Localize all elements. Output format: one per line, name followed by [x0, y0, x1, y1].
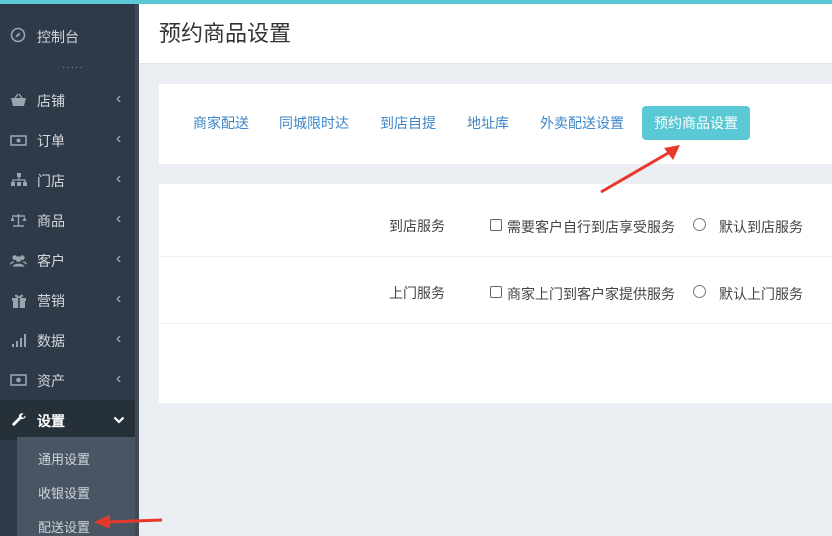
sidebar-item-settings[interactable]: 设置 [0, 400, 135, 440]
chevron-left-icon: ‹ [116, 170, 122, 187]
tab-merchant-delivery[interactable]: 商家配送 [181, 106, 261, 140]
chevron-left-icon: ‹ [116, 290, 122, 307]
reservation-settings-form: 到店服务 需要客户自行到店享受服务 默认到店服务 上门服务 商家上门到客户家提供… [159, 184, 832, 403]
chevron-left-icon: ‹ [116, 370, 122, 387]
compass-icon [10, 27, 26, 43]
cash-icon [10, 372, 27, 388]
page-header: 预约商品设置 [139, 4, 832, 64]
page-title: 预约商品设置 [159, 21, 292, 46]
sidebar-item-label: 客户 [37, 253, 65, 269]
submenu-item-delivery[interactable]: 配送设置 [38, 517, 90, 536]
sitemap-icon [10, 172, 27, 188]
tab-same-city[interactable]: 同城限时达 [267, 106, 361, 140]
tab-takeout-delivery[interactable]: 外卖配送设置 [528, 106, 636, 140]
sidebar-item-label: 资产 [37, 373, 65, 389]
sidebar-item-orders[interactable]: 订单 ‹ [0, 120, 135, 160]
chevron-left-icon: ‹ [116, 130, 122, 147]
tab-address-book[interactable]: 地址库 [455, 106, 521, 140]
sidebar-scrollbar[interactable] [135, 4, 139, 536]
signal-icon [10, 332, 27, 348]
chevron-down-icon [113, 413, 125, 429]
row-divider [159, 256, 832, 257]
chevron-left-icon: ‹ [116, 90, 122, 107]
sidebar-item-marketing[interactable]: 营销 ‹ [0, 280, 135, 320]
tab-reservation-products[interactable]: 预约商品设置 [642, 106, 750, 140]
sidebar-item-label: 营销 [37, 293, 65, 309]
in-store-service-checkbox[interactable] [490, 219, 502, 231]
sidebar-item-label: 控制台 [37, 29, 79, 45]
home-service-label: 上门服务 [389, 285, 445, 301]
chevron-left-icon: ‹ [116, 330, 122, 347]
default-in-store-radio[interactable] [693, 218, 706, 231]
sidebar-item-products[interactable]: 商品 ‹ [0, 200, 135, 240]
tab-store-pickup[interactable]: 到店自提 [368, 106, 448, 140]
sidebar-item-label: 商品 [37, 213, 65, 229]
chevron-left-icon: ‹ [116, 250, 122, 267]
sidebar-item-label: 店铺 [37, 93, 65, 109]
home-service-checkbox-label: 商家上门到客户家提供服务 [507, 286, 675, 302]
chevron-left-icon: ‹ [116, 210, 122, 227]
sidebar-item-label: 设置 [37, 413, 65, 429]
in-store-service-label: 到店服务 [389, 218, 445, 234]
tabs-card: 商家配送 同城限时达 到店自提 地址库 外卖配送设置 预约商品设置 [159, 84, 832, 164]
default-home-radio-label: 默认上门服务 [719, 286, 803, 302]
submenu-item-cashier[interactable]: 收银设置 [38, 483, 90, 502]
wrench-icon [10, 412, 27, 428]
sidebar-item-dashboard[interactable]: 控制台 [0, 18, 135, 52]
sidebar-item-shop[interactable]: 店铺 ‹ [0, 80, 135, 120]
sidebar-divider-dots: ····· [62, 62, 84, 73]
sidebar-item-label: 订单 [37, 133, 65, 149]
users-icon [10, 252, 27, 268]
default-in-store-radio-label: 默认到店服务 [719, 219, 803, 235]
sidebar-item-stores[interactable]: 门店 ‹ [0, 160, 135, 200]
home-service-checkbox[interactable] [490, 286, 502, 298]
row-divider [159, 323, 832, 324]
scale-icon [10, 212, 27, 228]
submenu-item-general[interactable]: 通用设置 [38, 449, 90, 468]
money-icon [10, 132, 27, 148]
default-home-radio[interactable] [693, 285, 706, 298]
sidebar-item-data[interactable]: 数据 ‹ [0, 320, 135, 360]
settings-submenu: 通用设置 收银设置 配送设置 [17, 437, 135, 536]
gift-icon [10, 292, 27, 308]
sidebar-item-label: 数据 [37, 333, 65, 349]
sidebar-item-customers[interactable]: 客户 ‹ [0, 240, 135, 280]
basket-icon [10, 92, 27, 108]
sidebar-item-assets[interactable]: 资产 ‹ [0, 360, 135, 400]
sidebar-item-label: 门店 [37, 173, 65, 189]
in-store-service-checkbox-label: 需要客户自行到店享受服务 [507, 219, 675, 235]
